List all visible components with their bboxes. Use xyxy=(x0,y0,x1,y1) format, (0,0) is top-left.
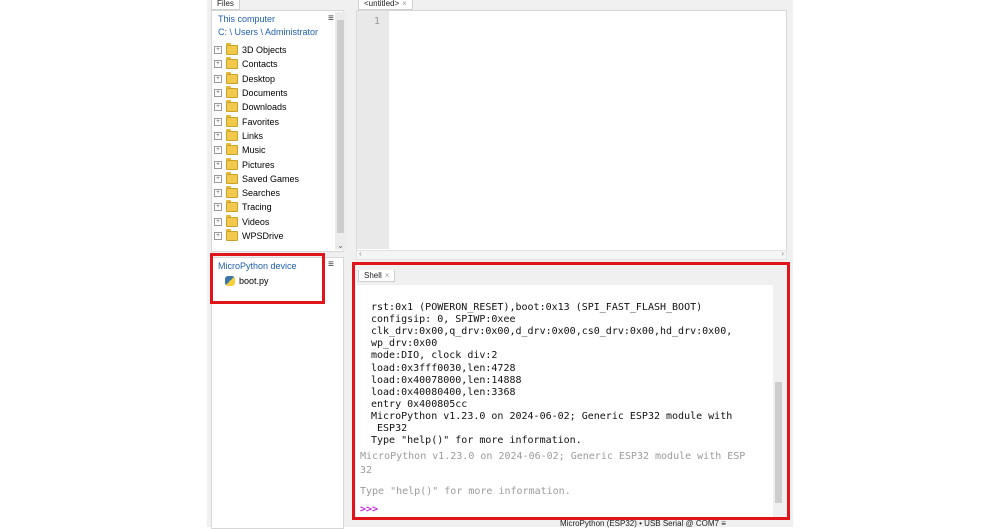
folder-icon xyxy=(226,157,238,170)
folder-icon xyxy=(226,114,238,127)
folder-item[interactable]: + Desktop xyxy=(214,71,299,86)
expand-icon[interactable]: + xyxy=(214,146,222,155)
folder-icon xyxy=(226,57,238,70)
chevron-down-icon[interactable]: ⌄ xyxy=(335,241,346,250)
code-editor[interactable]: 1 xyxy=(356,10,787,252)
tab-untitled-label: <untitled> xyxy=(364,0,400,8)
folder-label: Favorites xyxy=(242,116,280,127)
folder-icon xyxy=(226,71,238,84)
current-path[interactable]: C: \ Users \ Administrator xyxy=(218,27,318,37)
folder-label: Desktop xyxy=(242,73,276,84)
folder-icon xyxy=(226,186,238,199)
folder-item[interactable]: + Searches xyxy=(214,186,299,200)
chevron-right-icon[interactable]: › xyxy=(781,249,784,258)
folder-icon xyxy=(226,43,238,56)
folder-label: Videos xyxy=(242,216,270,227)
chevron-left-icon[interactable]: ‹ xyxy=(359,249,362,258)
files-menu-icon[interactable]: ≡ xyxy=(328,13,334,24)
folder-icon xyxy=(226,229,238,241)
tab-files[interactable]: Files xyxy=(211,0,240,10)
folder-label: Links xyxy=(242,130,264,141)
folder-label: WPSDrive xyxy=(242,231,284,241)
folder-label: Searches xyxy=(242,188,281,199)
folder-item[interactable]: + Documents xyxy=(214,86,299,100)
expand-icon[interactable]: + xyxy=(214,103,222,112)
folder-icon xyxy=(226,128,238,141)
folder-icon xyxy=(226,171,238,184)
folder-item[interactable]: + WPSDrive xyxy=(214,229,299,243)
folder-tree: +3D Objects + Contacts + Desktop + Documents + D… xyxy=(214,43,299,243)
folder-item[interactable]: + Favorites xyxy=(214,114,299,128)
expand-icon[interactable]: + xyxy=(214,46,222,55)
editor-hscrollbar[interactable]: ‹ › xyxy=(356,249,787,260)
expand-icon[interactable]: + xyxy=(214,217,222,226)
close-icon[interactable]: × xyxy=(402,0,407,8)
folder-label: Saved Games xyxy=(242,173,300,184)
tab-untitled[interactable]: <untitled> × xyxy=(358,0,413,10)
folder-icon xyxy=(226,214,238,227)
expand-icon[interactable]: + xyxy=(214,89,222,98)
folder-icon xyxy=(226,143,238,156)
expand-icon[interactable]: + xyxy=(214,232,222,240)
folder-icon xyxy=(226,200,238,213)
line-number: 1 xyxy=(373,16,380,27)
folder-icon xyxy=(226,86,238,99)
folder-label: 3D Objects xyxy=(242,45,287,56)
expand-icon[interactable]: + xyxy=(214,203,222,212)
folder-label: Downloads xyxy=(242,102,287,113)
folder-item[interactable]: + Downloads xyxy=(214,100,299,114)
this-computer-label[interactable]: This computer xyxy=(218,14,275,24)
folder-item[interactable]: + Pictures xyxy=(214,157,299,171)
folder-item[interactable]: +3D Objects xyxy=(214,43,299,57)
tab-files-label: Files xyxy=(217,0,234,8)
folder-item[interactable]: + Contacts xyxy=(214,57,299,71)
device-menu-icon[interactable]: ≡ xyxy=(328,259,334,270)
expand-icon[interactable]: + xyxy=(214,189,222,198)
folder-item[interactable]: + Videos xyxy=(214,214,299,229)
expand-icon[interactable]: + xyxy=(214,131,222,140)
expand-icon[interactable]: + xyxy=(214,117,222,126)
folder-label: Contacts xyxy=(242,59,278,70)
folder-label: Pictures xyxy=(242,159,275,170)
folder-item[interactable]: + Tracing xyxy=(214,200,299,214)
device-highlight-box xyxy=(210,253,325,304)
folder-item[interactable]: + Links xyxy=(214,128,299,143)
expand-icon[interactable]: + xyxy=(214,60,222,69)
folder-icon xyxy=(226,100,238,113)
folder-label: Documents xyxy=(242,88,288,99)
shell-highlight-box xyxy=(352,262,790,520)
this-computer-browser: This computer C: \ Users \ Administrator… xyxy=(211,10,344,252)
folder-label: Tracing xyxy=(242,202,272,213)
expand-icon[interactable]: + xyxy=(214,74,222,83)
line-number-gutter: 1 xyxy=(357,11,389,249)
folder-item[interactable]: + Music xyxy=(214,143,299,157)
files-scrollbar[interactable]: ⌄ xyxy=(335,12,346,250)
files-scrollbar-thumb[interactable] xyxy=(337,20,344,233)
folder-label: Music xyxy=(242,145,266,156)
folder-item[interactable]: + Saved Games xyxy=(214,171,300,186)
expand-icon[interactable]: + xyxy=(214,160,222,169)
expand-icon[interactable]: + xyxy=(214,174,222,183)
